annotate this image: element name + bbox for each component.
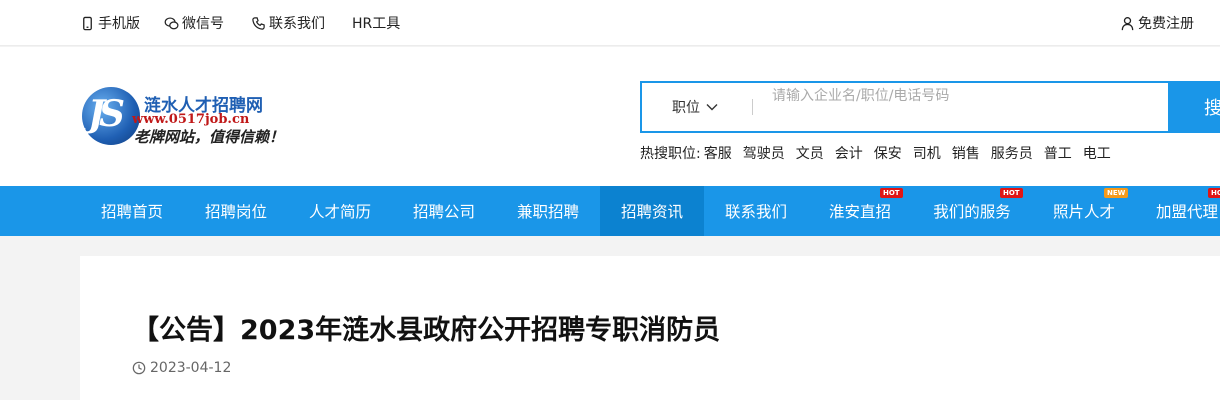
hot-search-item[interactable]: 司机 (913, 143, 941, 163)
search-divider (752, 99, 753, 115)
search-input[interactable] (760, 83, 1160, 109)
nav-item-contact[interactable]: 联系我们 (704, 186, 808, 236)
register-label: 免费注册 (1138, 16, 1194, 32)
mobile-phone-icon (83, 16, 92, 30)
clock-icon (132, 361, 146, 375)
nav-item-home[interactable]: 招聘首页 (80, 186, 184, 236)
hot-search-label: 热搜职位: (640, 146, 701, 162)
top-bar: 手机版 微信号 联系我们 HR工具 免费注册 (0, 0, 1220, 46)
nav-item-services[interactable]: 我们的服务 HOT (912, 186, 1032, 236)
hr-tools-link[interactable]: HR工具 (352, 0, 400, 46)
nav-item-franchise[interactable]: 加盟代理 HOT (1136, 186, 1220, 236)
nav-item-jobs[interactable]: 招聘岗位 (184, 186, 288, 236)
hot-search-item[interactable]: 销售 (952, 143, 980, 163)
hot-badge: HOT (1208, 188, 1220, 198)
search-type-label: 职位 (672, 100, 700, 116)
hot-search-item[interactable]: 驾驶员 (743, 143, 785, 163)
phone-icon (252, 16, 265, 30)
hot-search-item[interactable]: 普工 (1044, 143, 1072, 163)
nav-item-companies[interactable]: 招聘公司 (392, 186, 496, 236)
hot-search-item[interactable]: 电工 (1083, 143, 1111, 163)
search-box: 职位 (640, 81, 1170, 133)
wechat-icon (164, 16, 179, 29)
hot-badge: HOT (880, 188, 903, 198)
chevron-down-icon (706, 104, 718, 111)
mobile-version-link[interactable]: 手机版 (80, 0, 140, 46)
hot-search: 热搜职位: 客服 驾驶员 文员 会计 保安 司机 销售 服务员 普工 电工 (640, 143, 1122, 163)
hot-search-item[interactable]: 服务员 (991, 143, 1033, 163)
contact-us-label: 联系我们 (269, 16, 325, 32)
site-header: JS 涟水人才招聘网 www.0517job.cn 老牌网站，值得信赖！ 职位 … (0, 47, 1220, 186)
mobile-version-label: 手机版 (98, 16, 140, 32)
logo-slogan: 老牌网站，值得信赖！ (134, 128, 285, 146)
article-card: 【公告】2023年涟水县政府公开招聘专职消防员 2023-04-12 (80, 256, 1220, 400)
register-link[interactable]: 免费注册 (1120, 0, 1194, 46)
hot-search-item[interactable]: 文员 (796, 143, 824, 163)
hot-search-item[interactable]: 客服 (704, 143, 732, 163)
hr-tools-label: HR工具 (352, 16, 401, 32)
site-logo[interactable]: JS 涟水人才招聘网 www.0517job.cn 老牌网站，值得信赖！ (82, 87, 285, 147)
article-date-text: 2023-04-12 (150, 360, 232, 376)
article-title: 【公告】2023年涟水县政府公开招聘专职消防员 (132, 315, 721, 346)
hot-badge: HOT (1000, 188, 1023, 198)
search-button[interactable]: 搜 (1170, 81, 1220, 133)
logo-url: www.0517job.cn (132, 112, 250, 127)
nav-item-photo-talent[interactable]: 照片人才 NEW (1032, 186, 1136, 236)
nav-item-resumes[interactable]: 人才简历 (288, 186, 392, 236)
wechat-link[interactable]: 微信号 (164, 0, 224, 46)
main-nav: 招聘首页 招聘岗位 人才简历 招聘公司 兼职招聘 招聘资讯 联系我们 淮安直招 … (0, 186, 1220, 236)
user-icon (1121, 16, 1134, 30)
hot-search-item[interactable]: 保安 (874, 143, 902, 163)
search-type-dropdown[interactable]: 职位 (672, 83, 718, 131)
new-badge: NEW (1104, 188, 1129, 198)
nav-item-news[interactable]: 招聘资讯 (600, 186, 704, 236)
contact-us-link[interactable]: 联系我们 (251, 0, 325, 46)
wechat-label: 微信号 (182, 16, 224, 32)
article-date: 2023-04-12 (132, 360, 231, 376)
nav-item-part-time[interactable]: 兼职招聘 (496, 186, 600, 236)
search-button-label: 搜 (1204, 98, 1220, 118)
hot-search-item[interactable]: 会计 (835, 143, 863, 163)
nav-item-huaian-direct[interactable]: 淮安直招 HOT (808, 186, 912, 236)
